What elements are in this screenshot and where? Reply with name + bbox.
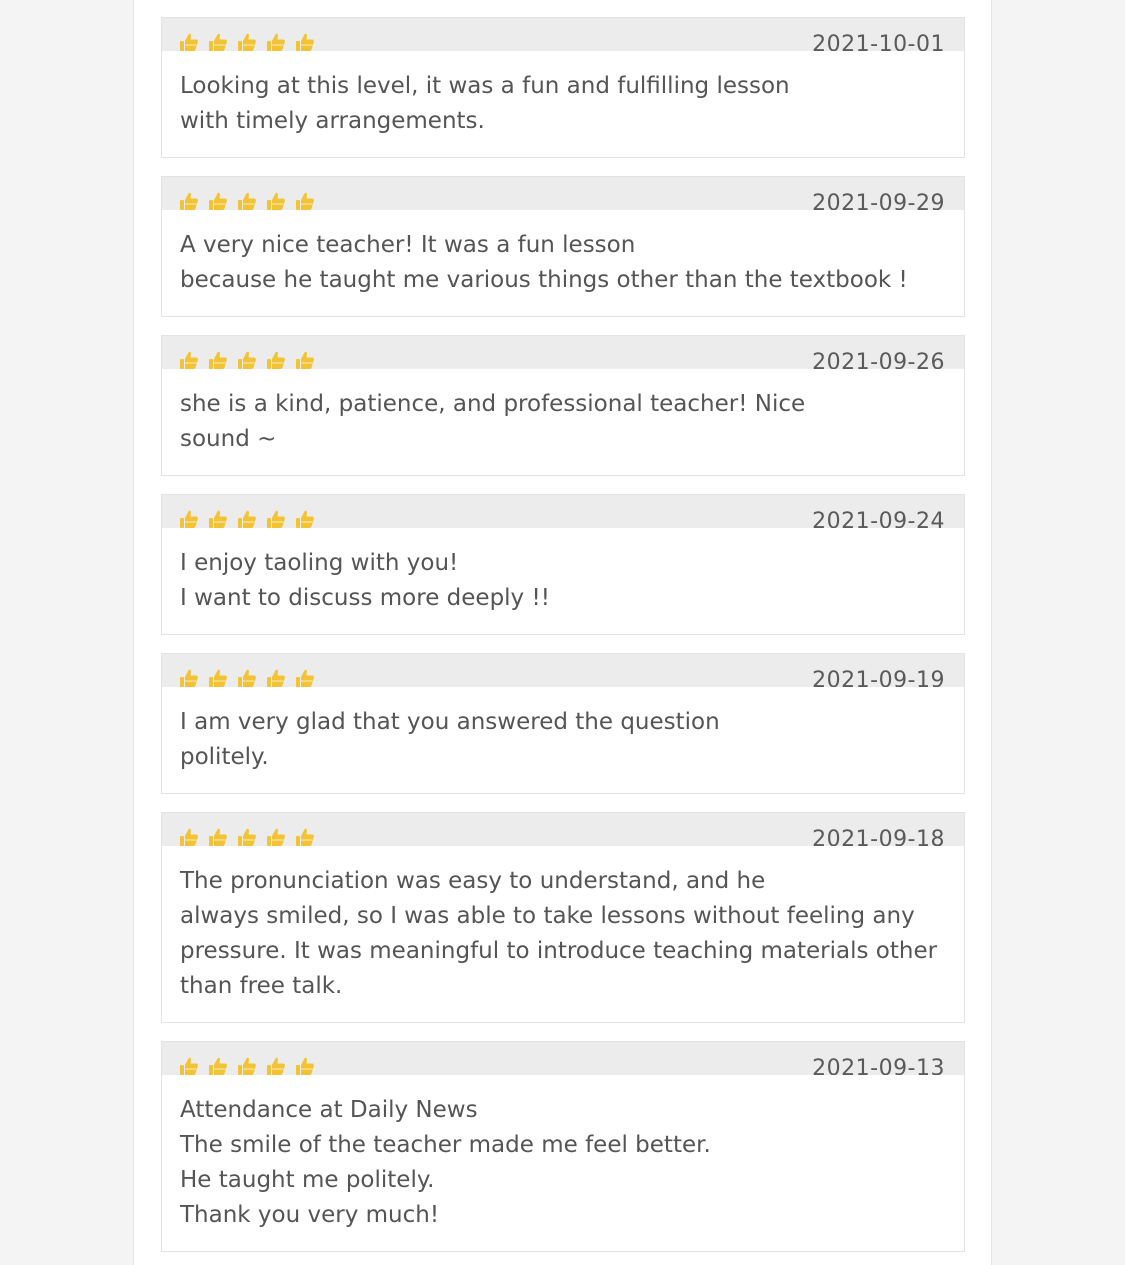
- thumbs-up-icon: [179, 1056, 199, 1075]
- review-card: 2021-09-19 I am very glad that you answe…: [161, 653, 965, 794]
- review-comment: Attendance at Daily News The smile of th…: [180, 1097, 711, 1228]
- review-card: 2021-09-29 A very nice teacher! It was a…: [161, 176, 965, 317]
- review-comment: Looking at this level, it was a fun and …: [180, 73, 790, 134]
- thumbs-up-icon: [295, 1056, 315, 1075]
- thumbs-up-icon: [208, 668, 228, 687]
- thumbs-up-icon: [237, 350, 257, 369]
- review-date: 2021-09-18: [812, 827, 945, 846]
- rating-thumbs: [179, 1056, 315, 1075]
- review-date: 2021-09-13: [812, 1056, 945, 1075]
- thumbs-up-icon: [179, 668, 199, 687]
- review-header: 2021-09-29: [162, 177, 964, 210]
- rating-thumbs: [179, 350, 315, 369]
- thumbs-up-icon: [179, 509, 199, 528]
- thumbs-up-icon: [295, 32, 315, 51]
- thumbs-up-icon: [179, 350, 199, 369]
- thumbs-up-icon: [237, 668, 257, 687]
- thumbs-up-icon: [266, 191, 286, 210]
- thumbs-up-icon: [295, 191, 315, 210]
- thumbs-up-icon: [208, 350, 228, 369]
- review-header: 2021-09-24: [162, 495, 964, 528]
- reviews-panel: 2021-10-01 Looking at this level, it was…: [133, 0, 992, 1265]
- review-header: 2021-09-26: [162, 336, 964, 369]
- thumbs-up-icon: [208, 827, 228, 846]
- thumbs-up-icon: [179, 191, 199, 210]
- thumbs-up-icon: [295, 827, 315, 846]
- thumbs-up-icon: [237, 191, 257, 210]
- review-header: 2021-09-18: [162, 813, 964, 846]
- rating-thumbs: [179, 191, 315, 210]
- thumbs-up-icon: [295, 509, 315, 528]
- review-comment: I am very glad that you answered the que…: [180, 709, 720, 770]
- thumbs-up-icon: [266, 668, 286, 687]
- review-card: 2021-10-01 Looking at this level, it was…: [161, 17, 965, 158]
- review-card: 2021-09-13 Attendance at Daily News The …: [161, 1041, 965, 1252]
- review-header: 2021-09-13: [162, 1042, 964, 1075]
- thumbs-up-icon: [208, 191, 228, 210]
- thumbs-up-icon: [266, 350, 286, 369]
- thumbs-up-icon: [237, 1056, 257, 1075]
- rating-thumbs: [179, 668, 315, 687]
- thumbs-up-icon: [266, 32, 286, 51]
- review-date: 2021-09-19: [812, 668, 945, 687]
- thumbs-up-icon: [295, 668, 315, 687]
- review-comment: she is a kind, patience, and professiona…: [180, 391, 806, 452]
- thumbs-up-icon: [266, 827, 286, 846]
- thumbs-up-icon: [208, 509, 228, 528]
- thumbs-up-icon: [179, 827, 199, 846]
- review-list: 2021-10-01 Looking at this level, it was…: [161, 17, 965, 1265]
- thumbs-up-icon: [208, 32, 228, 51]
- review-comment: A very nice teacher! It was a fun lesson…: [180, 232, 908, 293]
- review-card: 2021-09-18 The pronunciation was easy to…: [161, 812, 965, 1023]
- review-comment: I enjoy taoling with you! I want to disc…: [180, 550, 550, 611]
- thumbs-up-icon: [266, 509, 286, 528]
- thumbs-up-icon: [208, 1056, 228, 1075]
- review-date: 2021-09-29: [812, 191, 945, 210]
- review-header: 2021-09-19: [162, 654, 964, 687]
- rating-thumbs: [179, 827, 315, 846]
- thumbs-up-icon: [237, 509, 257, 528]
- rating-thumbs: [179, 32, 315, 51]
- thumbs-up-icon: [179, 32, 199, 51]
- review-card: 2021-09-26 she is a kind, patience, and …: [161, 335, 965, 476]
- review-comment: The pronunciation was easy to understand…: [180, 868, 938, 999]
- thumbs-up-icon: [266, 1056, 286, 1075]
- review-date: 2021-10-01: [812, 32, 945, 51]
- review-header: 2021-10-01: [162, 18, 964, 51]
- thumbs-up-icon: [295, 350, 315, 369]
- thumbs-up-icon: [237, 827, 257, 846]
- review-card: 2021-09-24 I enjoy taoling with you! I w…: [161, 494, 965, 635]
- thumbs-up-icon: [237, 32, 257, 51]
- rating-thumbs: [179, 509, 315, 528]
- review-date: 2021-09-24: [812, 509, 945, 528]
- review-date: 2021-09-26: [812, 350, 945, 369]
